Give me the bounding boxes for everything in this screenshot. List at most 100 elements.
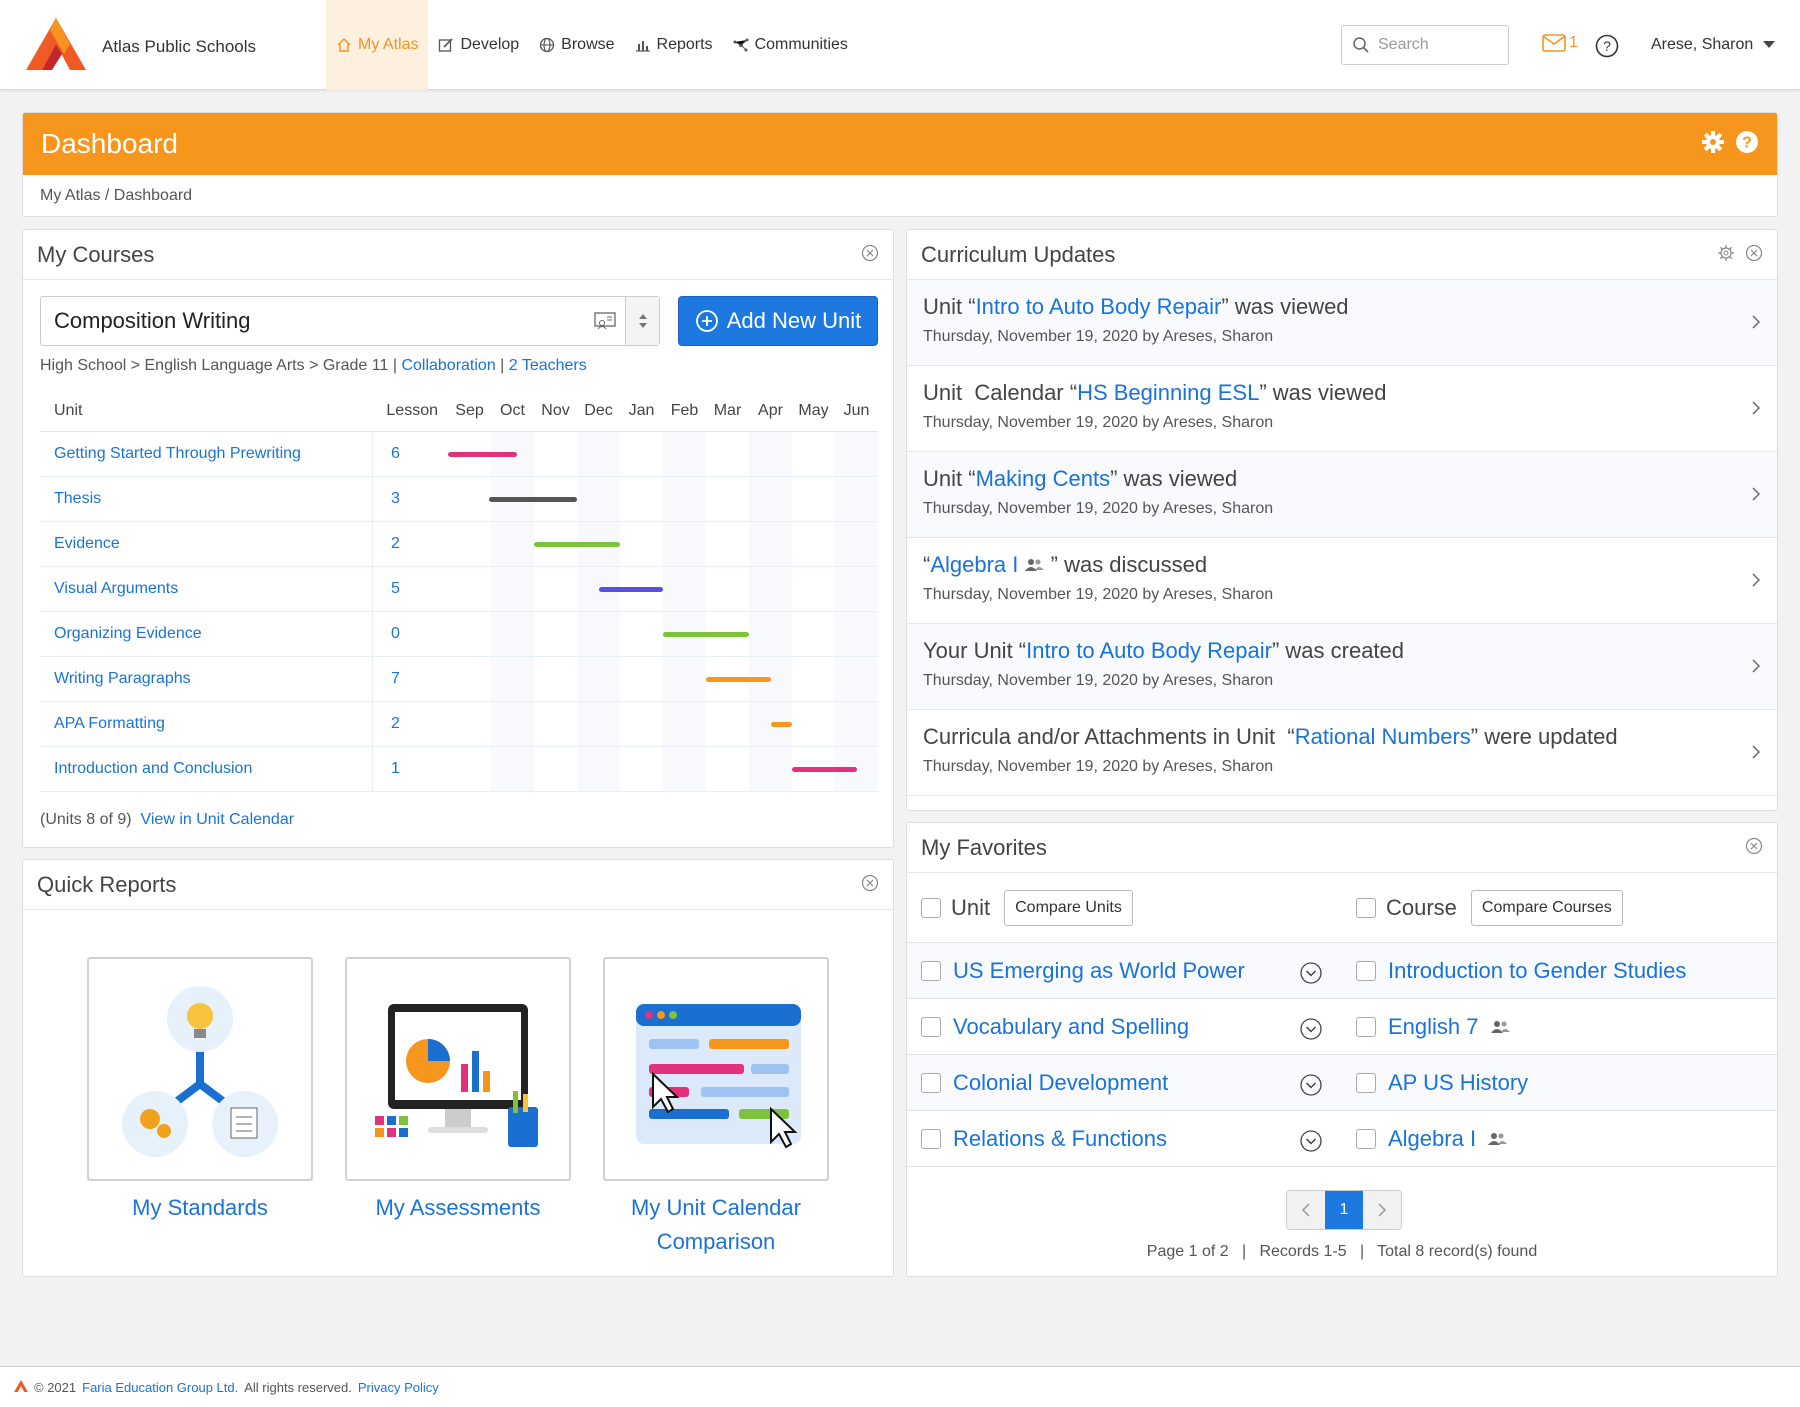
unit-link[interactable]: Writing Paragraphs — [54, 670, 191, 687]
course-select[interactable]: Composition Writing — [40, 296, 660, 346]
my-unit-calendar-comparison-tile[interactable] — [603, 957, 829, 1181]
unit-timeline-bar[interactable] — [598, 587, 663, 592]
favorite-unit-link[interactable]: Relations & Functions — [953, 1126, 1167, 1152]
unit-link[interactable]: Thesis — [54, 490, 101, 507]
unit-timeline-bar[interactable] — [770, 722, 792, 727]
lesson-count-link[interactable]: 1 — [391, 760, 400, 778]
close-icon[interactable] — [1745, 242, 1763, 268]
unit-timeline-bar[interactable] — [663, 632, 749, 637]
my-assessments-tile[interactable] — [345, 957, 571, 1181]
favorite-course-link[interactable]: English 7 — [1388, 1014, 1479, 1040]
favorite-course-link[interactable]: Introduction to Gender Studies — [1388, 958, 1686, 984]
nav-browse[interactable]: Browse — [529, 0, 624, 90]
expand-circle-icon[interactable] — [1300, 1073, 1322, 1102]
messages-button[interactable]: 1 — [1542, 34, 1578, 52]
unit-timeline-bar[interactable] — [488, 497, 577, 502]
my-standards-link[interactable]: My Standards — [87, 1191, 313, 1225]
lesson-count-link[interactable]: 2 — [391, 715, 400, 733]
month-cell — [448, 567, 491, 611]
settings-icon[interactable] — [1717, 242, 1735, 268]
help-circle-icon[interactable]: ? — [1735, 130, 1759, 159]
expand-circle-icon[interactable] — [1300, 1129, 1322, 1158]
unit-link[interactable]: Getting Started Through Prewriting — [54, 445, 301, 462]
unit-checkbox[interactable] — [921, 1016, 941, 1037]
update-item[interactable]: Unit “Making Cents” was viewed Thursday, … — [907, 452, 1777, 538]
search-input[interactable]: Search — [1341, 25, 1509, 65]
nav-communities[interactable]: Communities — [723, 0, 858, 90]
help-button[interactable]: ? — [1595, 34, 1619, 63]
lesson-count-link[interactable]: 7 — [391, 670, 400, 688]
unit-checkbox[interactable] — [921, 1128, 941, 1149]
update-link[interactable]: Making Cents — [976, 466, 1111, 491]
brand[interactable]: Atlas Public Schools — [26, 18, 256, 75]
unit-link[interactable]: Visual Arguments — [54, 580, 178, 597]
chevron-right-icon[interactable] — [1751, 572, 1761, 593]
select-all-units-checkbox[interactable] — [921, 897, 941, 918]
favorite-unit-link[interactable]: Vocabulary and Spelling — [953, 1014, 1189, 1040]
select-all-courses-checkbox[interactable] — [1356, 897, 1376, 918]
nav-develop[interactable]: Develop — [428, 0, 529, 90]
close-icon[interactable] — [861, 872, 879, 898]
favorite-course-link[interactable]: Algebra I — [1388, 1126, 1476, 1152]
lesson-count-link[interactable]: 2 — [391, 535, 400, 553]
course-checkbox[interactable] — [1356, 960, 1376, 981]
unit-timeline-bar[interactable] — [534, 542, 620, 547]
nav-reports[interactable]: Reports — [625, 0, 723, 90]
chevron-right-icon[interactable] — [1751, 744, 1761, 765]
nav-my-atlas[interactable]: My Atlas — [326, 0, 429, 90]
unit-timeline-bar[interactable] — [448, 452, 517, 457]
update-item[interactable]: Curricula and/or Attachments in Unit “Ra… — [907, 710, 1777, 796]
next-page-button[interactable] — [1363, 1191, 1401, 1229]
my-assessments-link[interactable]: My Assessments — [345, 1191, 571, 1225]
view-unit-calendar-link[interactable]: View in Unit Calendar — [140, 811, 294, 828]
favorite-unit-link[interactable]: US Emerging as World Power — [953, 958, 1245, 984]
compare-units-button[interactable]: Compare Units — [1004, 889, 1133, 926]
company-link[interactable]: Faria Education Group Ltd. — [82, 1380, 238, 1395]
update-link[interactable]: Rational Numbers — [1295, 724, 1471, 749]
add-new-unit-button[interactable]: Add New Unit — [678, 296, 878, 346]
unit-checkbox[interactable] — [921, 1072, 941, 1093]
unit-link[interactable]: APA Formatting — [54, 715, 165, 732]
gear-icon[interactable] — [1701, 130, 1725, 159]
unit-timeline-bar[interactable] — [706, 677, 771, 682]
close-icon[interactable] — [861, 242, 879, 268]
course-checkbox[interactable] — [1356, 1072, 1376, 1093]
update-link[interactable]: HS Beginning ESL — [1077, 380, 1259, 405]
update-link[interactable]: Algebra I — [930, 552, 1018, 577]
lesson-count-link[interactable]: 6 — [391, 445, 400, 463]
expand-circle-icon[interactable] — [1300, 1017, 1322, 1046]
update-link[interactable]: Intro to Auto Body Repair — [1026, 638, 1272, 663]
update-link[interactable]: Intro to Auto Body Repair — [976, 294, 1222, 319]
course-checkbox[interactable] — [1356, 1128, 1376, 1149]
favorite-course-link[interactable]: AP US History — [1388, 1070, 1528, 1096]
unit-timeline-bar[interactable] — [792, 767, 857, 772]
favorite-unit-link[interactable]: Colonial Development — [953, 1070, 1168, 1096]
lesson-count-link[interactable]: 5 — [391, 580, 400, 598]
compare-courses-button[interactable]: Compare Courses — [1470, 889, 1623, 926]
my-standards-tile[interactable] — [87, 957, 313, 1181]
expand-circle-icon[interactable] — [1300, 961, 1322, 990]
update-item[interactable]: Your Unit “Intro to Auto Body Repair” wa… — [907, 624, 1777, 710]
update-item[interactable]: Unit “Intro to Auto Body Repair” was vie… — [907, 280, 1777, 366]
user-menu[interactable]: Arese, Sharon — [1651, 36, 1776, 54]
collaboration-link[interactable]: Collaboration — [401, 357, 495, 374]
close-icon[interactable] — [1745, 835, 1763, 861]
page-button[interactable]: 1 — [1325, 1191, 1363, 1229]
chevron-right-icon[interactable] — [1751, 658, 1761, 679]
update-item[interactable]: “Algebra I ” was discussed Thursday, Nove… — [907, 538, 1777, 624]
unit-link[interactable]: Introduction and Conclusion — [54, 760, 252, 777]
lesson-count-link[interactable]: 0 — [391, 625, 400, 643]
prev-page-button[interactable] — [1287, 1191, 1325, 1229]
teachers-link[interactable]: 2 Teachers — [509, 357, 587, 374]
unit-link[interactable]: Organizing Evidence — [54, 625, 202, 642]
unit-link[interactable]: Evidence — [54, 535, 120, 552]
chevron-right-icon[interactable] — [1751, 314, 1761, 335]
lesson-count-link[interactable]: 3 — [391, 490, 400, 508]
my-unit-calendar-comparison-link[interactable]: My Unit Calendar Comparison — [623, 1191, 809, 1259]
unit-checkbox[interactable] — [921, 960, 941, 981]
update-item[interactable]: Unit Calendar “HS Beginning ESL” was vie… — [907, 366, 1777, 452]
chevron-right-icon[interactable] — [1751, 486, 1761, 507]
privacy-policy-link[interactable]: Privacy Policy — [358, 1380, 439, 1395]
course-checkbox[interactable] — [1356, 1016, 1376, 1037]
chevron-right-icon[interactable] — [1751, 400, 1761, 421]
